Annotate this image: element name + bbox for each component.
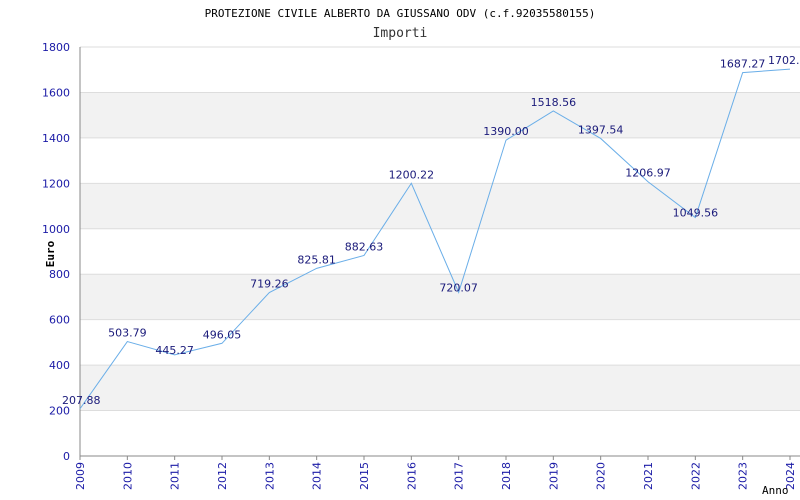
grid-band bbox=[80, 92, 800, 138]
data-label: 825.81 bbox=[297, 253, 336, 266]
x-tick-label: 2009 bbox=[74, 462, 87, 490]
x-tick-label: 2015 bbox=[358, 462, 371, 490]
data-label: 1687.27 bbox=[720, 58, 766, 71]
y-tick-label: 800 bbox=[49, 268, 70, 281]
grid-band bbox=[80, 319, 800, 366]
grid-band bbox=[80, 410, 800, 456]
y-tick-label: 400 bbox=[49, 359, 70, 372]
data-label: 1390.00 bbox=[483, 125, 529, 138]
data-label: 1702.8 bbox=[768, 54, 800, 67]
x-tick-label: 2023 bbox=[737, 462, 750, 490]
line-chart: PROTEZIONE CIVILE ALBERTO DA GIUSSANO OD… bbox=[42, 7, 800, 497]
data-label: 445.27 bbox=[155, 344, 194, 357]
y-tick-label: 600 bbox=[49, 314, 70, 327]
data-label: 207.88 bbox=[62, 394, 101, 407]
x-tick-label: 2017 bbox=[453, 462, 466, 490]
data-label: 1518.56 bbox=[531, 96, 577, 109]
x-tick-label: 2019 bbox=[547, 462, 560, 490]
y-tick-label: 1200 bbox=[42, 177, 70, 190]
x-tick-label: 2016 bbox=[405, 462, 418, 490]
data-label: 1397.54 bbox=[578, 123, 624, 136]
y-axis-label: Euro bbox=[44, 240, 57, 267]
data-label: 496.05 bbox=[203, 328, 242, 341]
x-tick-label: 2011 bbox=[169, 462, 182, 490]
x-tick-label: 2014 bbox=[311, 462, 324, 490]
data-label: 720.07 bbox=[439, 281, 478, 294]
y-tick-label: 1800 bbox=[42, 41, 70, 54]
data-label: 1049.56 bbox=[673, 207, 719, 220]
x-tick-label: 2020 bbox=[595, 462, 608, 490]
data-label: 719.26 bbox=[250, 278, 289, 291]
x-tick-label: 2018 bbox=[500, 462, 513, 490]
x-axis-label: Anno bbox=[762, 484, 789, 497]
data-label: 1206.97 bbox=[625, 167, 671, 180]
x-tick-label: 2013 bbox=[263, 462, 276, 490]
data-label: 503.79 bbox=[108, 327, 147, 340]
y-tick-label: 0 bbox=[63, 450, 70, 463]
grid-bands bbox=[80, 47, 800, 456]
y-tick-label: 1400 bbox=[42, 132, 70, 145]
x-tick-label: 2012 bbox=[216, 462, 229, 490]
x-tick-label: 2021 bbox=[642, 462, 655, 490]
x-tick-label: 2010 bbox=[121, 462, 134, 490]
grid-band bbox=[80, 365, 800, 411]
data-label: 1200.22 bbox=[389, 168, 435, 181]
chart-title: PROTEZIONE CIVILE ALBERTO DA GIUSSANO OD… bbox=[205, 7, 596, 20]
grid-band bbox=[80, 137, 800, 184]
y-tick-label: 1000 bbox=[42, 223, 70, 236]
data-label: 882.63 bbox=[345, 240, 384, 253]
y-tick-label: 1600 bbox=[42, 86, 70, 99]
grid-band bbox=[80, 228, 800, 275]
grid-band bbox=[80, 47, 800, 93]
x-tick-label: 2022 bbox=[689, 462, 702, 490]
chart-subtitle: Importi bbox=[373, 26, 428, 41]
x-tick-labels: 2009 2010 2011 2012 2013 2014 2015 2016 2017 2018… bbox=[74, 462, 797, 490]
